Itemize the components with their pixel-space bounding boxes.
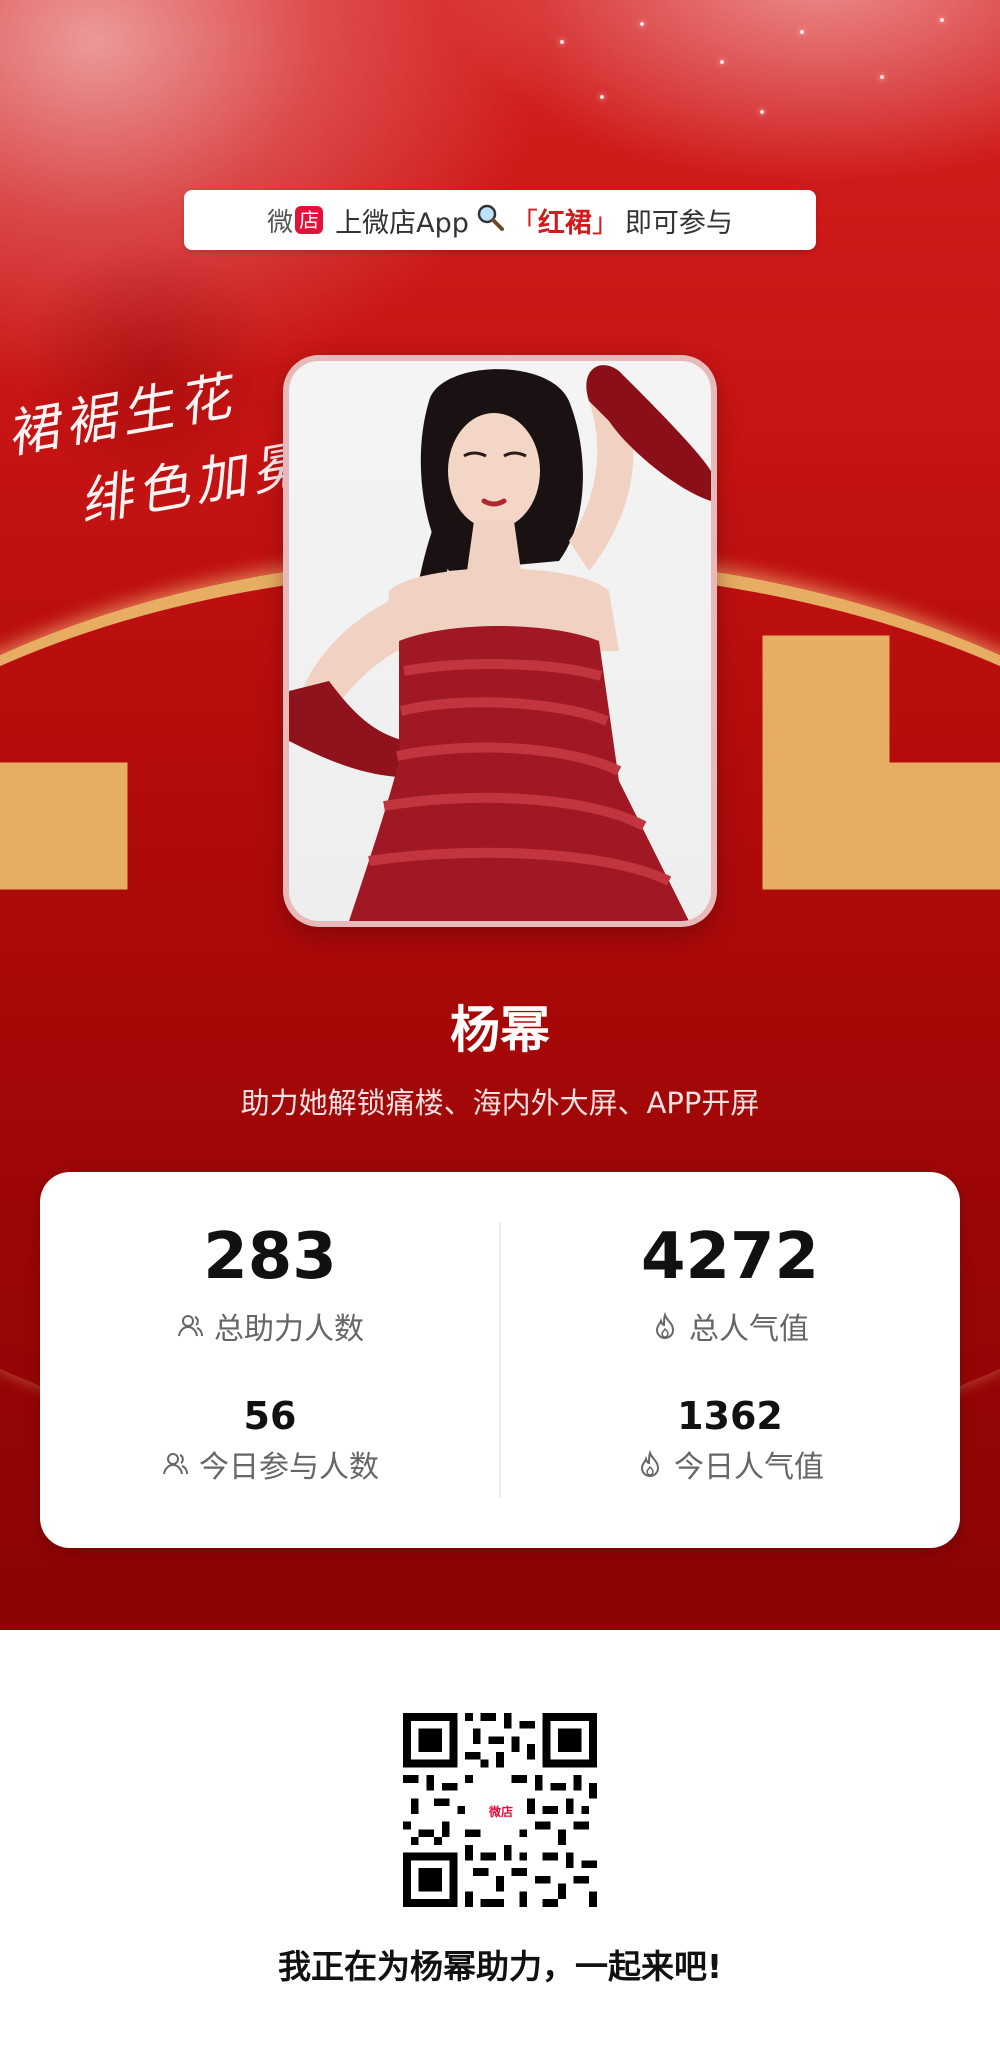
share-footer: 微店 我正在为杨幂助力，一起来吧!: [0, 1630, 1000, 2062]
stat-today-participants: 56 今日参与人数: [40, 1394, 500, 1486]
stat-label-row: 今日参与人数: [40, 1442, 500, 1486]
stat-value: 4272: [640, 1220, 820, 1294]
sparkle: [720, 60, 724, 64]
bracket-open: 「: [510, 207, 538, 239]
stat-total-supporters: 283 总助力人数: [40, 1220, 500, 1348]
weidian-logo: 微 店: [267, 202, 324, 239]
user-icon: [163, 1453, 188, 1475]
stat-value: 283: [203, 1220, 337, 1294]
banner-prefix-text: 上微店App: [335, 207, 469, 239]
search-keyword: 红裙: [537, 207, 592, 239]
stat-label: 总助力人数: [214, 1312, 364, 1347]
qr-weidian-logo: 微店: [487, 1797, 515, 1825]
search-hint-banner[interactable]: 微 店 上微店App 「 红裙 」 即可参与: [184, 190, 816, 250]
logo-wei-text: 微: [267, 207, 294, 238]
stat-today-popularity: 1362 今日人气值: [500, 1394, 960, 1486]
sparkle: [940, 18, 944, 22]
poster-background: 微 店 上微店App 「 红裙 」 即可参与 裙裾生花 绯色加冕 杨幂 助力她解…: [0, 0, 1000, 1630]
banner-suffix-text: 即可参与: [624, 207, 733, 239]
stat-value: 1362: [677, 1394, 783, 1438]
sparkle: [880, 75, 884, 79]
search-icon: [475, 202, 505, 239]
sparkle: [640, 22, 644, 26]
stat-label: 总人气值: [689, 1312, 809, 1347]
stat-value: 56: [243, 1394, 297, 1438]
logo-dian-badge: 店: [295, 206, 324, 234]
stat-label-row: 今日人气值: [500, 1442, 960, 1486]
stat-label: 今日参与人数: [199, 1450, 379, 1485]
sparkle: [800, 30, 804, 34]
qr-code[interactable]: 微店: [403, 1713, 597, 1907]
bracket-close: 」: [591, 207, 619, 239]
share-slogan: 我正在为杨幂助力，一起来吧!: [277, 1947, 723, 1986]
flame-icon: [640, 1450, 660, 1478]
sparkle: [600, 95, 604, 99]
sparkle: [760, 110, 764, 114]
portrait-photo: [289, 361, 711, 921]
user-icon: [178, 1315, 203, 1337]
stat-label-row: 总助力人数: [40, 1304, 500, 1348]
stat-label-row: 总人气值: [500, 1304, 960, 1348]
star-name: 杨幂: [450, 1001, 550, 1059]
stat-label: 今日人气值: [674, 1450, 824, 1485]
flame-icon: [655, 1312, 675, 1340]
portrait-frame: [283, 355, 717, 927]
stat-total-popularity: 4272 总人气值: [500, 1220, 960, 1348]
campaign-subtitle: 助力她解锁痛楼、海内外大屏、APP开屏: [240, 1086, 760, 1120]
sparkle: [560, 40, 564, 44]
stats-card: 283 总助力人数 4272 总人气值 56 今日参与人数 1362 今日人气值: [40, 1172, 960, 1548]
